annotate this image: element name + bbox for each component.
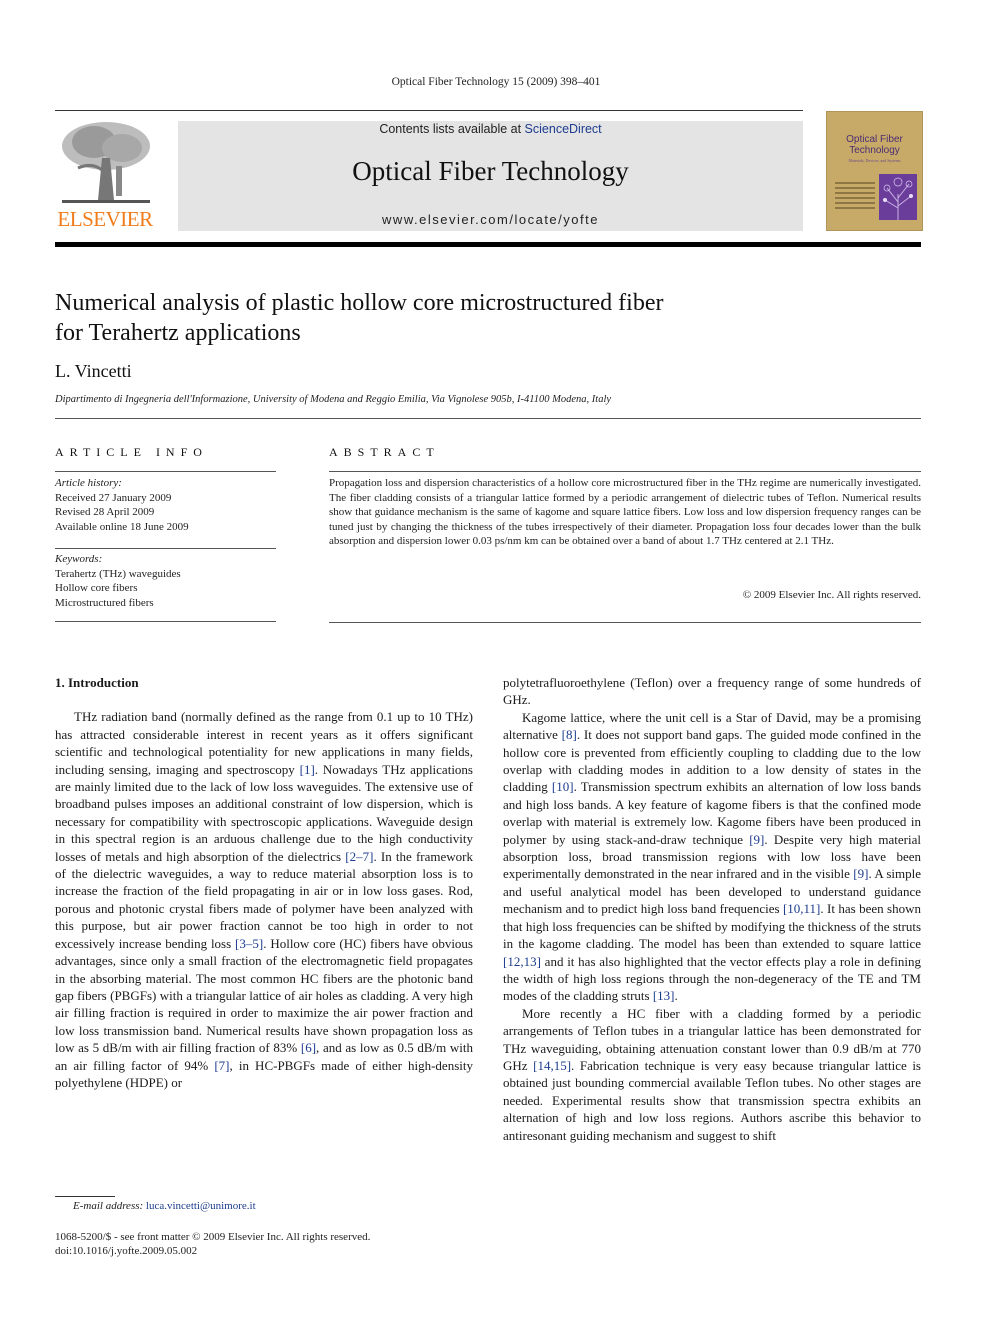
body-right-column: polytetrafluoroethylene (Teflon) over a …: [503, 674, 921, 1144]
history-label: Article history:: [55, 477, 122, 489]
paragraph: Kagome lattice, where the unit cell is a…: [503, 709, 922, 1004]
history-online: Available online 18 June 2009: [55, 520, 189, 533]
journal-name: Optical Fiber Technology: [352, 156, 629, 186]
keyword-item: Terahertz (THz) waveguides: [55, 567, 181, 580]
citation-link[interactable]: [10]: [552, 779, 574, 794]
citation-link[interactable]: [2–7]: [345, 849, 373, 864]
paragraph: THz radiation band (normally defined as …: [55, 709, 474, 1090]
keyword-item: Microstructured fibers: [55, 596, 154, 609]
citation-link[interactable]: [12,13]: [503, 954, 541, 969]
article-info-rule: [55, 471, 276, 472]
section-heading-introduction: 1. Introduction: [55, 675, 139, 690]
sciencedirect-link[interactable]: ScienceDirect: [525, 122, 602, 136]
citation-link[interactable]: [6]: [301, 1040, 316, 1055]
citation-link[interactable]: [10,11]: [783, 901, 820, 916]
elsevier-logo[interactable]: ELSEVIER: [52, 118, 158, 232]
author-email-link[interactable]: luca.vincetti@unimore.it: [146, 1200, 256, 1212]
header-rule: [55, 110, 803, 111]
front-matter-copyright: 1068-5200/$ - see front matter © 2009 El…: [55, 1231, 371, 1243]
keywords-label: Keywords:: [55, 553, 103, 565]
paragraph: polytetrafluoroethylene (Teflon) over a …: [503, 675, 921, 708]
citation-link[interactable]: [3–5]: [235, 936, 263, 951]
journal-banner: Contents lists available at ScienceDirec…: [178, 121, 803, 231]
paragraph: More recently a HC fiber with a cladding…: [503, 1005, 921, 1143]
elsevier-tree-icon: [58, 118, 154, 206]
citation-link[interactable]: [1]: [300, 762, 315, 777]
article-info-rule: [55, 621, 276, 622]
article-title: Numerical analysis of plastic hollow cor…: [55, 290, 664, 346]
running-head: Optical Fiber Technology 15 (2009) 398–4…: [391, 76, 601, 88]
article-info-rule: [55, 548, 276, 549]
history-revised: Revised 28 April 2009: [55, 506, 155, 518]
fiber-tree-icon: [883, 177, 913, 220]
author-name[interactable]: L. Vincetti: [55, 361, 132, 382]
contents-prefix: Contents lists available at: [379, 122, 525, 136]
footnote-rule: [55, 1196, 115, 1197]
article-history: Article history: Received 27 January 200…: [55, 476, 276, 534]
citation-link[interactable]: [14,15]: [533, 1058, 571, 1073]
header-thick-rule: [55, 242, 921, 247]
abstract-text: Propagation loss and dispersion characte…: [329, 477, 921, 547]
keywords-block: Keywords: Terahertz (THz) waveguides Hol…: [55, 552, 276, 610]
citation-link[interactable]: [8]: [562, 727, 577, 742]
email-label: E-mail address:: [73, 1200, 144, 1212]
contents-line: Contents lists available at ScienceDirec…: [178, 122, 803, 136]
cover-subtitle: Materials, Devices, and Systems: [848, 158, 901, 163]
citation-link[interactable]: [9]: [749, 832, 764, 847]
journal-cover-thumbnail[interactable]: Optical Fiber Technology Materials, Devi…: [826, 111, 923, 231]
cover-artwork: [879, 174, 917, 220]
author-affiliation: Dipartimento di Ingegneria dell'Informaz…: [55, 394, 612, 405]
citation-link[interactable]: [13]: [653, 988, 675, 1003]
section-divider: [55, 418, 921, 419]
front-matter: 1068-5200/$ - see front matter © 2009 El…: [55, 1230, 370, 1258]
journal-url-link[interactable]: www.elsevier.com/locate/yofte: [178, 212, 803, 227]
citation-link[interactable]: [7]: [214, 1058, 229, 1073]
author-email-footnote: E-mail address: luca.vincetti@unimore.it: [73, 1200, 256, 1212]
abstract-rule: [329, 622, 921, 623]
abstract-rule: [329, 471, 921, 472]
cover-title: Optical Fiber Technology: [846, 134, 903, 156]
citation-link[interactable]: [9]: [853, 866, 868, 881]
article-info-heading: ARTICLE INFO: [55, 445, 208, 459]
doi-link[interactable]: doi:10.1016/j.yofte.2009.05.002: [55, 1244, 370, 1258]
abstract-copyright: © 2009 Elsevier Inc. All rights reserved…: [742, 589, 921, 601]
keyword-item: Hollow core fibers: [55, 582, 138, 594]
elsevier-wordmark: ELSEVIER: [57, 207, 153, 231]
body-left-column: 1. Introduction THz radiation band (norm…: [55, 674, 473, 1091]
abstract-heading: ABSTRACT: [329, 445, 440, 459]
history-received: Received 27 January 2009: [55, 491, 172, 504]
cover-text-lines: [835, 182, 875, 212]
